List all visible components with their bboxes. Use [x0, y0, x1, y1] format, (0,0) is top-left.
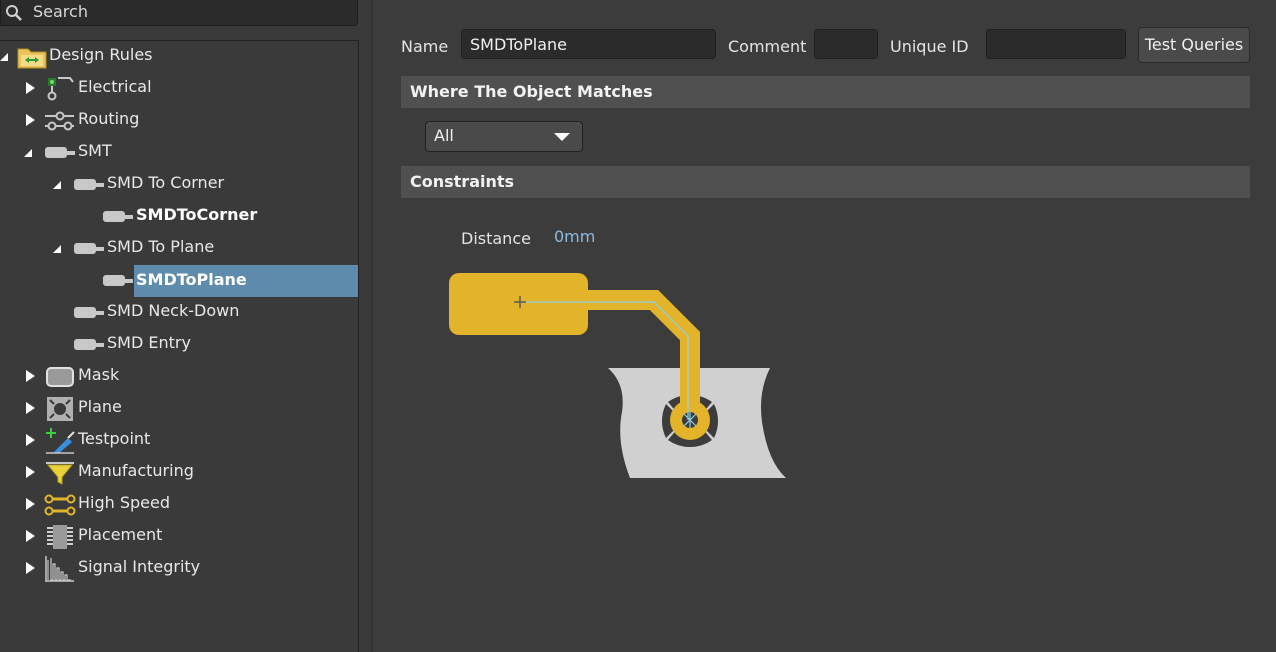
- test-queries-button[interactable]: Test Queries: [1138, 27, 1250, 63]
- name-label: Name: [401, 37, 449, 56]
- folder-rules-icon: [17, 48, 47, 69]
- smd-pad: [449, 273, 588, 335]
- tree-item-label: SMT: [78, 141, 112, 160]
- tree-item-manufacturing[interactable]: Manufacturing: [0, 457, 358, 487]
- tree-item-label: SMD Neck-Down: [107, 301, 240, 320]
- collapse-arrow-icon[interactable]: [24, 149, 32, 157]
- collapse-arrow-icon[interactable]: [53, 245, 61, 253]
- expand-arrow-icon[interactable]: [26, 466, 35, 478]
- unique-id-label: Unique ID: [890, 37, 969, 56]
- tree-item-label: Routing: [78, 109, 140, 128]
- signal-integrity-icon: [45, 556, 74, 582]
- smd-to-plane-diagram: [449, 273, 786, 478]
- tree-item-smd-to-corner[interactable]: SMD To Corner: [0, 169, 358, 199]
- search-box[interactable]: Search: [0, 0, 358, 26]
- tree-item-label: SMDToCorner: [136, 205, 258, 224]
- tree-item-electrical[interactable]: Electrical: [0, 73, 358, 103]
- smd-pad-icon: [45, 147, 75, 158]
- tree-item-label: Manufacturing: [78, 461, 194, 480]
- tree-item-label: Electrical: [78, 77, 152, 96]
- expand-arrow-icon[interactable]: [26, 562, 35, 574]
- tree-item-smdtocorner-rule[interactable]: SMDToCorner: [0, 201, 358, 231]
- smd-pad-icon: [74, 179, 104, 190]
- tree-item-plane[interactable]: Plane: [0, 393, 358, 423]
- dropdown-value: All: [434, 126, 454, 145]
- where-object-matches-header: Where The Object Matches: [401, 76, 1250, 108]
- tree-item-label: SMDToPlane: [136, 270, 247, 289]
- high-speed-icon: [44, 494, 76, 516]
- tree-item-smd-to-plane[interactable]: SMD To Plane: [0, 233, 358, 263]
- name-input[interactable]: [461, 29, 716, 59]
- smd-pad-icon: [74, 339, 104, 350]
- tree-item-label: Placement: [78, 525, 163, 544]
- tree-item-label: Mask: [78, 365, 120, 384]
- tree-item-signal-integrity[interactable]: Signal Integrity: [0, 553, 358, 583]
- comment-input[interactable]: [814, 29, 878, 59]
- collapse-arrow-icon[interactable]: [53, 181, 61, 189]
- tree-item-label: High Speed: [78, 493, 171, 512]
- expand-arrow-icon[interactable]: [26, 530, 35, 542]
- distance-label: Distance: [461, 229, 531, 248]
- design-rules-tree: Design Rules Electrical Routing SMT SMD …: [0, 40, 359, 652]
- smd-pad-icon: [103, 275, 133, 286]
- plane-icon: [47, 397, 73, 421]
- tree-item-label: Testpoint: [78, 429, 151, 448]
- expand-arrow-icon[interactable]: [26, 82, 35, 94]
- expand-arrow-icon[interactable]: [26, 370, 35, 382]
- tree-item-placement[interactable]: Placement: [0, 521, 358, 551]
- mask-icon: [46, 367, 74, 387]
- expand-arrow-icon[interactable]: [26, 434, 35, 446]
- tree-item-high-speed[interactable]: High Speed: [0, 489, 358, 519]
- comment-label: Comment: [728, 37, 807, 56]
- tree-item-design-rules[interactable]: Design Rules: [0, 41, 358, 71]
- tree-item-label: Design Rules: [49, 45, 153, 64]
- testpoint-icon: [46, 428, 75, 454]
- expand-arrow-icon[interactable]: [26, 498, 35, 510]
- tree-item-label: Signal Integrity: [78, 557, 201, 576]
- smd-pad-icon: [74, 243, 104, 254]
- tree-item-routing[interactable]: Routing: [0, 105, 358, 135]
- section-title: Constraints: [410, 172, 515, 191]
- expand-arrow-icon[interactable]: [26, 114, 35, 126]
- constraints-header: Constraints: [401, 166, 1250, 198]
- tree-item-label: SMD To Corner: [107, 173, 225, 192]
- tree-item-testpoint[interactable]: Testpoint: [0, 425, 358, 455]
- unique-id-input[interactable]: [986, 29, 1126, 59]
- tree-item-smt[interactable]: SMT: [0, 137, 358, 167]
- tree-item-label: SMD Entry: [107, 333, 191, 352]
- tree-item-label: SMD To Plane: [107, 237, 215, 256]
- smd-pad-icon: [103, 211, 133, 222]
- chevron-down-icon: [554, 133, 570, 141]
- section-title: Where The Object Matches: [410, 82, 653, 101]
- routing-icon: [45, 111, 74, 131]
- distance-value[interactable]: 0mm: [554, 227, 595, 246]
- match-scope-dropdown[interactable]: All: [425, 121, 583, 152]
- search-icon: [6, 5, 22, 21]
- collapse-arrow-icon[interactable]: [0, 53, 8, 61]
- tree-item-smd-entry[interactable]: SMD Entry: [0, 329, 358, 359]
- manufacturing-icon: [46, 462, 74, 485]
- tree-item-mask[interactable]: Mask: [0, 361, 358, 391]
- panel-divider[interactable]: [371, 0, 373, 652]
- rules-tree-panel: Search Design Rules Electrical Routing S…: [0, 0, 372, 652]
- tree-item-smdtoplane-rule[interactable]: SMDToPlane: [0, 265, 358, 297]
- tree-item-label: Plane: [78, 397, 122, 416]
- smd-pad-icon: [74, 307, 104, 318]
- expand-arrow-icon[interactable]: [26, 402, 35, 414]
- search-placeholder: Search: [33, 2, 88, 21]
- electrical-icon: [47, 77, 74, 101]
- placement-icon: [47, 525, 73, 549]
- tree-item-smd-neck-down[interactable]: SMD Neck-Down: [0, 297, 358, 327]
